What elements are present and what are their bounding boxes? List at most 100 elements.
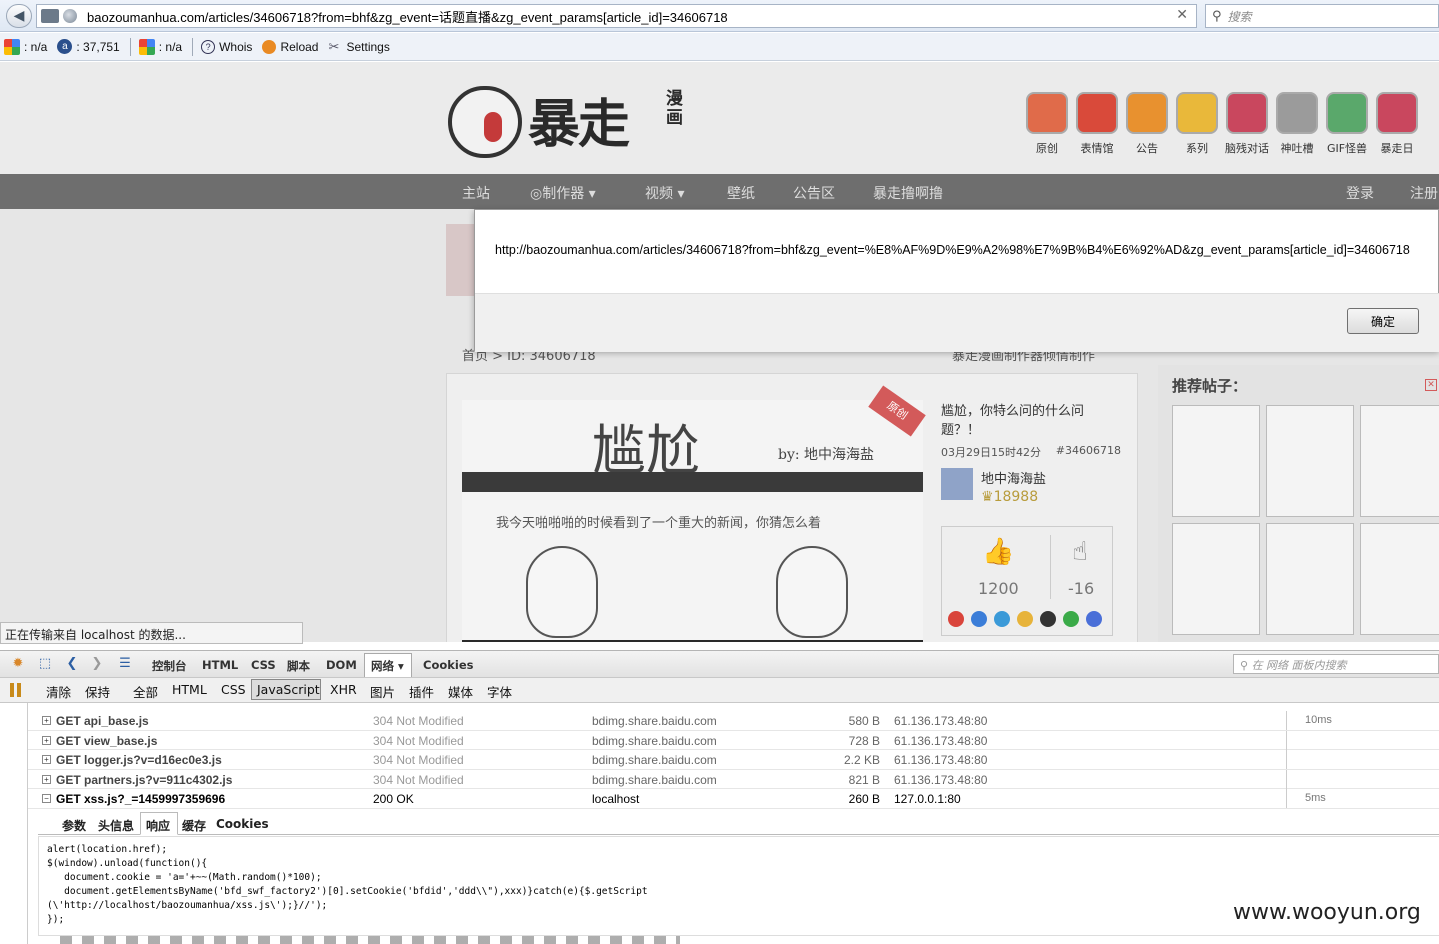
back-button[interactable]: ◀	[6, 4, 32, 28]
filter-media[interactable]: 媒体	[448, 682, 473, 701]
request-status: 304 Not Modified	[373, 753, 464, 767]
site-logo[interactable]: 暴走 漫画	[448, 80, 698, 160]
filter-plugins[interactable]: 插件	[409, 682, 434, 701]
tab-css[interactable]: CSS	[251, 658, 276, 672]
reload-button[interactable]: Reload	[262, 39, 318, 54]
table-row[interactable]: + GET view_base.js 304 Not Modified bdimg.s…	[28, 730, 1439, 750]
nav-home[interactable]: 主站	[462, 183, 490, 203]
whois-button[interactable]: ? Whois	[201, 39, 252, 54]
tieba-icon[interactable]	[1086, 611, 1102, 627]
command-line-icon[interactable]: ☰	[117, 656, 133, 672]
nav-login[interactable]: 登录	[1346, 183, 1374, 203]
qzone-icon[interactable]	[971, 611, 987, 627]
forward-icon[interactable]: ❯	[89, 656, 105, 672]
wechat-icon[interactable]	[1063, 611, 1079, 627]
recommend-thumb[interactable]	[1266, 405, 1354, 517]
expand-toggle[interactable]: +	[42, 774, 51, 784]
thumbs-down-icon[interactable]: ☝	[1072, 537, 1088, 567]
inspect-icon[interactable]: ⬚	[37, 656, 53, 672]
category-3[interactable]: 系列	[1172, 92, 1222, 156]
filter-xhr[interactable]: XHR	[330, 682, 357, 697]
ok-button[interactable]: 确定	[1347, 308, 1419, 334]
author-name[interactable]: 地中海海盐	[981, 468, 1046, 487]
category-icon	[1376, 92, 1418, 134]
url-text[interactable]: baozoumanhua.com/articles/34606718?from=…	[87, 7, 728, 26]
tab-dom[interactable]: DOM	[326, 658, 357, 672]
filter-fonts[interactable]: 字体	[487, 682, 512, 701]
tab-script[interactable]: 脚本	[287, 658, 310, 674]
category-4[interactable]: 脑残对话	[1222, 92, 1272, 156]
nav-lol[interactable]: 暴走撸啊撸	[873, 183, 943, 203]
alexa-item[interactable]: a: 37,751	[57, 39, 120, 54]
table-row[interactable]: + GET logger.js?v=d16ec0e3.js 304 Not Modi…	[28, 750, 1439, 770]
nav-wallpaper[interactable]: 壁纸	[727, 183, 755, 203]
recommend-thumb[interactable]	[1360, 523, 1439, 635]
table-row[interactable]: + GET api_base.js 304 Not Modified bdimg.sh…	[28, 711, 1439, 731]
expand-toggle[interactable]: −	[42, 794, 51, 803]
detail-tab-cache[interactable]: 缓存	[182, 817, 206, 834]
request-url[interactable]: GET xss.js?_=1459997359696	[56, 792, 225, 806]
detail-tab-cookies[interactable]: Cookies	[216, 817, 269, 831]
category-7[interactable]: 暴走日	[1372, 92, 1422, 156]
nav-maker[interactable]: ◎制作器 ▾	[530, 183, 596, 203]
recommend-thumb[interactable]	[1360, 405, 1439, 517]
filter-images[interactable]: 图片	[370, 682, 395, 701]
pagerank-item[interactable]: : n/a	[4, 38, 47, 55]
detail-tab-params[interactable]: 参数	[62, 817, 86, 834]
category-5[interactable]: 神吐槽	[1272, 92, 1322, 156]
detail-tab-response[interactable]: 响应	[146, 817, 170, 834]
settings-button[interactable]: ✂ Settings	[328, 39, 389, 54]
nav-video[interactable]: 视频 ▾	[645, 183, 684, 203]
request-url[interactable]: GET api_base.js	[56, 714, 149, 728]
firebug-icon[interactable]: ✹	[10, 656, 26, 672]
nav-notice[interactable]: 公告区	[793, 183, 835, 203]
recommend-thumb[interactable]	[1172, 523, 1260, 635]
avatar[interactable]	[941, 468, 973, 500]
recommend-thumb[interactable]	[1266, 523, 1354, 635]
author[interactable]: 地中海海盐 ♛18988	[941, 468, 1121, 505]
detail-tab-headers[interactable]: 头信息	[98, 817, 134, 834]
weibo-icon[interactable]	[948, 611, 964, 627]
category-1[interactable]: 表情馆	[1072, 92, 1122, 156]
star-icon[interactable]	[1017, 611, 1033, 627]
tab-net[interactable]: 网络 ▾	[371, 658, 404, 674]
filter-all[interactable]: 全部	[133, 682, 158, 701]
pagerank-item-2[interactable]: : n/a	[138, 38, 182, 55]
thumbs-up-icon[interactable]: 👍	[982, 537, 1014, 567]
clear-button[interactable]: 清除	[46, 682, 71, 701]
filter-html[interactable]: HTML	[172, 682, 207, 697]
address-bar[interactable]: baozoumanhua.com/articles/34606718?from=…	[36, 4, 1197, 28]
request-url[interactable]: GET logger.js?v=d16ec0e3.js	[56, 753, 222, 767]
expand-toggle[interactable]: +	[42, 735, 51, 745]
filter-css[interactable]: CSS	[221, 682, 246, 697]
tab-cookies[interactable]: Cookies	[423, 658, 473, 672]
nav-register[interactable]: 注册	[1410, 183, 1438, 203]
article-title[interactable]: 尴尬，你特么问的什么问题？！	[941, 402, 1121, 440]
panel-search-input[interactable]: ⚲ 在 网络 面板内搜索	[1233, 654, 1439, 674]
recommend-thumb[interactable]	[1172, 405, 1260, 517]
category-6[interactable]: GIF怪兽	[1322, 92, 1372, 156]
table-row[interactable]: − GET xss.js?_=1459997359696 200 OK localho…	[28, 789, 1439, 809]
expand-toggle[interactable]: +	[42, 716, 51, 725]
pause-icon[interactable]	[10, 683, 22, 697]
table-row[interactable]: + GET partners.js?v=911c4302.js 304 Not Mo…	[28, 769, 1439, 789]
site-identity-icon[interactable]	[63, 9, 77, 23]
qq-icon[interactable]	[1040, 611, 1056, 627]
category-0[interactable]: 原创	[1022, 92, 1072, 156]
tab-console[interactable]: 控制台	[152, 658, 187, 674]
request-url[interactable]: GET partners.js?v=911c4302.js	[56, 773, 232, 787]
close-icon[interactable]: ✕	[1176, 7, 1188, 23]
code-line: });	[47, 914, 65, 925]
category-2[interactable]: 公告	[1122, 92, 1172, 156]
tencent-weibo-icon[interactable]	[994, 611, 1010, 627]
back-icon[interactable]: ❮	[64, 656, 80, 672]
filter-javascript[interactable]: JavaScript	[257, 682, 320, 697]
expand-toggle[interactable]: +	[42, 755, 51, 764]
comic-image[interactable]: 尴尬 by: 地中海海盐 原创 我今天啪啪啪的时候看到了一个重大的新闻，你猜怎么…	[462, 385, 926, 642]
close-icon[interactable]: ✕	[1425, 379, 1437, 391]
response-source[interactable]: alert(location.href); $(window).unload(fu…	[38, 836, 1439, 936]
request-url[interactable]: GET view_base.js	[56, 734, 157, 748]
persist-button[interactable]: 保持	[85, 682, 110, 701]
search-input[interactable]: ⚲ 搜索	[1205, 4, 1439, 28]
tab-html[interactable]: HTML	[202, 658, 238, 672]
